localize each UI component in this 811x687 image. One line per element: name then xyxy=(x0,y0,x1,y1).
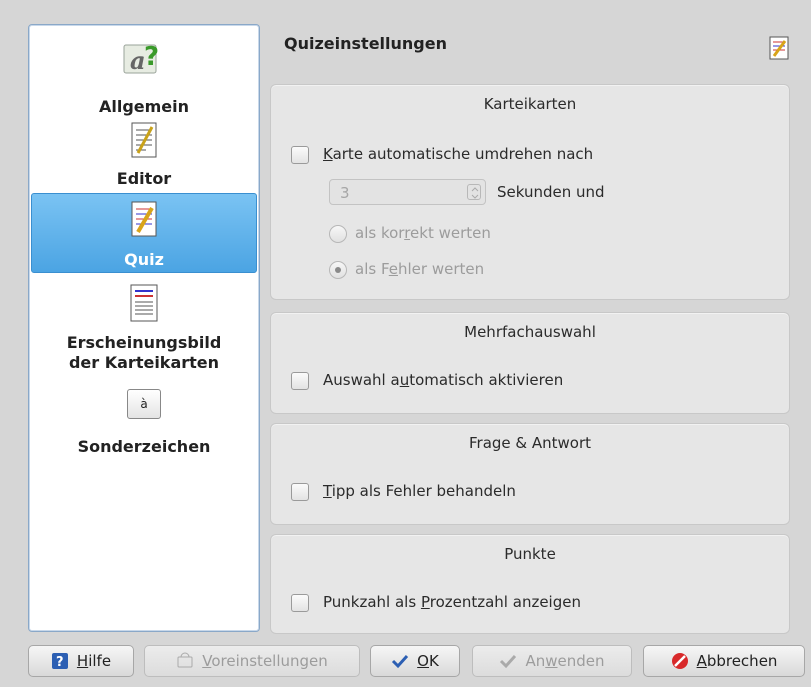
special-chars-icon: à xyxy=(127,389,161,419)
checkmark-icon xyxy=(499,652,517,670)
quiz-icon xyxy=(130,200,158,242)
cancel-button[interactable]: Abbrechen xyxy=(643,645,805,677)
sidebar-item-general[interactable]: a ? Allgemein xyxy=(31,37,257,117)
question-answer-group: Frage & Antwort Tipp als Fehler behandel… xyxy=(270,423,790,525)
group-title: Mehrfachauswahl xyxy=(464,323,596,341)
sidebar-item-label: Allgemein xyxy=(98,97,190,116)
defaults-button[interactable]: Voreinstellungen xyxy=(144,645,360,677)
ok-button-label: OK xyxy=(417,652,439,670)
sidebar-item-label-line1: Erscheinungsbild xyxy=(66,333,222,352)
spin-arrows-icon xyxy=(467,184,481,200)
sidebar-item-editor[interactable]: Editor xyxy=(31,119,257,193)
error-radio-label: als Fehler werten xyxy=(355,260,485,278)
apply-button-label: Anwenden xyxy=(525,652,605,670)
typo-as-error-label[interactable]: Tipp als Fehler behandeln xyxy=(323,482,516,500)
percent-label[interactable]: Punkzahl als Prozentzahl anzeigen xyxy=(323,593,581,611)
flashcards-group: Karteikarten Karte automatische umdrehen… xyxy=(270,84,790,300)
typo-as-error-checkbox[interactable] xyxy=(291,483,309,501)
auto-select-label[interactable]: Auswahl automatisch aktivieren xyxy=(323,371,563,389)
group-title: Karteikarten xyxy=(483,95,577,113)
help-icon: ? xyxy=(51,652,69,670)
error-radio xyxy=(329,261,347,279)
multiple-choice-group: Mehrfachauswahl Auswahl automatisch akti… xyxy=(270,312,790,414)
card-appearance-icon xyxy=(129,283,159,327)
help-button-label: Hilfe xyxy=(76,652,112,670)
svg-text:?: ? xyxy=(56,655,64,670)
help-button[interactable]: ? Hilfe xyxy=(28,645,134,677)
cancel-icon xyxy=(671,652,689,670)
sidebar-item-special-chars[interactable]: à Sonderzeichen xyxy=(31,387,257,461)
auto-select-checkbox[interactable] xyxy=(291,372,309,390)
checkmark-icon xyxy=(391,652,409,670)
correct-radio xyxy=(329,225,347,243)
cancel-button-label: Abbrechen xyxy=(696,652,778,670)
page-title: Quizeinstellungen xyxy=(284,34,447,53)
sidebar-item-label: Editor xyxy=(116,169,172,188)
sidebar-item-label: Quiz xyxy=(124,250,164,269)
page-list[interactable]: a ? Allgemein Editor Quiz Erscheinungsbi… xyxy=(28,24,260,632)
sidebar-item-quiz[interactable]: Quiz xyxy=(31,193,257,273)
sidebar-item-label: Sonderzeichen xyxy=(77,437,211,456)
group-title: Frage & Antwort xyxy=(468,434,592,452)
apply-button[interactable]: Anwenden xyxy=(472,645,632,677)
auto-flip-label[interactable]: Karte automatische umdrehen nach xyxy=(323,145,593,163)
sidebar-item-card-appearance[interactable]: Erscheinungsbild der Karteikarten xyxy=(31,279,257,375)
quiz-icon xyxy=(768,35,790,65)
correct-radio-label: als korrekt werten xyxy=(355,224,491,242)
restore-defaults-icon xyxy=(176,652,194,670)
seconds-value: 3 xyxy=(340,184,350,202)
general-help-icon: a ? xyxy=(120,39,168,83)
seconds-label: Sekunden und xyxy=(497,183,605,201)
percent-checkbox[interactable] xyxy=(291,594,309,612)
points-group: Punkte Punkzahl als Prozentzahl anzeigen xyxy=(270,534,790,634)
editor-icon xyxy=(130,121,158,163)
sidebar-item-label-line2: der Karteikarten xyxy=(68,353,220,372)
seconds-spinbox: 3 xyxy=(329,179,486,205)
ok-button[interactable]: OK xyxy=(370,645,460,677)
defaults-button-label: Voreinstellungen xyxy=(202,652,328,670)
svg-text:?: ? xyxy=(144,42,159,72)
group-title: Punkte xyxy=(504,545,556,563)
auto-flip-checkbox[interactable] xyxy=(291,146,309,164)
